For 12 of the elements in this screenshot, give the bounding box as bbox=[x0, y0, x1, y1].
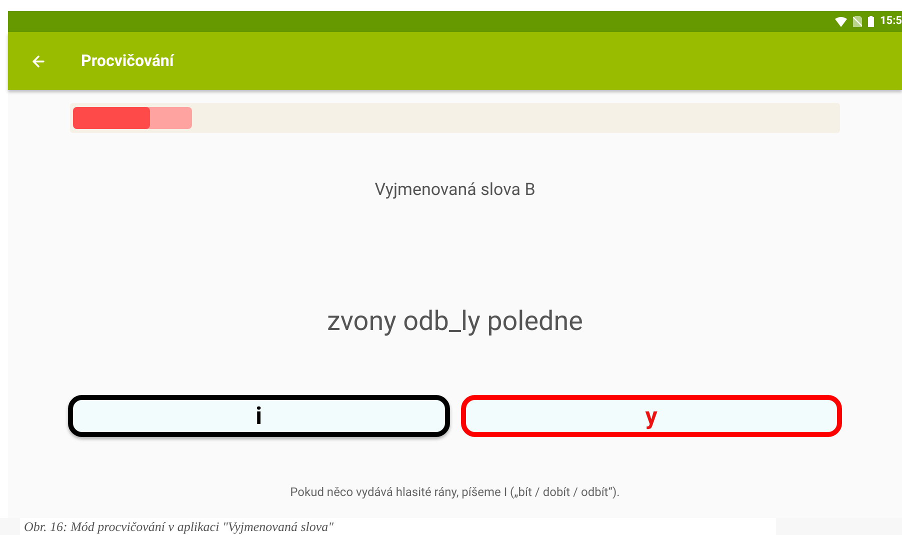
answer-button[interactable]: y bbox=[460, 395, 842, 437]
hint-text: Pokud něco vydává hlasité rány, píšeme I („bít / dobít / odbít“). bbox=[289, 484, 621, 501]
answer-button[interactable]: i bbox=[68, 395, 450, 437]
category-title: Vyjmenovaná slova B bbox=[374, 179, 536, 202]
back-button[interactable] bbox=[30, 52, 47, 70]
status-time: 15:5 bbox=[880, 13, 902, 30]
toolbar-title: Procvičování bbox=[81, 50, 174, 72]
question-text: zvony odb_ly poledne bbox=[326, 304, 584, 338]
battery-icon bbox=[868, 16, 874, 27]
figure-caption: Obr. 16: Mód procvičování v aplikaci "Vyjmenovaná slova" bbox=[20, 518, 776, 535]
no-sim-icon bbox=[852, 16, 862, 27]
wifi-icon bbox=[834, 16, 847, 26]
